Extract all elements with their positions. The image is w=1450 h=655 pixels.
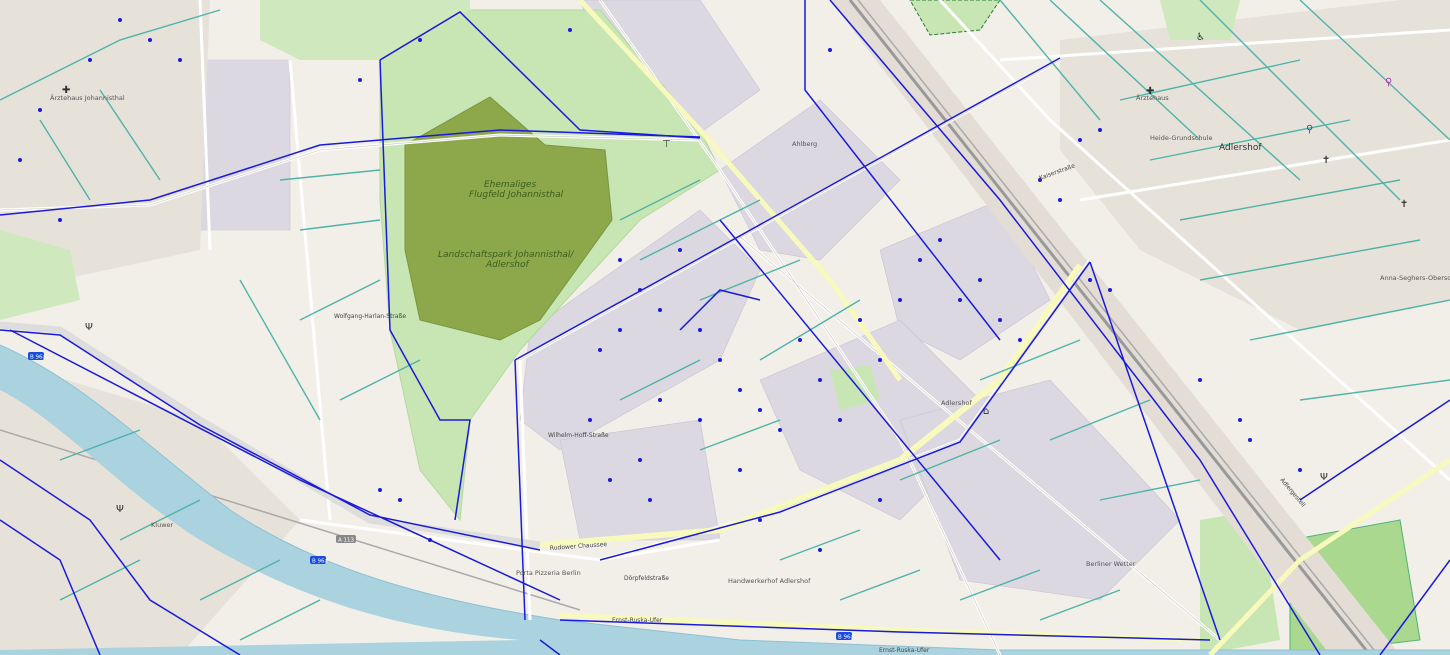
- bicycle-icon: ⚲: [1385, 77, 1392, 88]
- poi-label: Berliner Wetter: [1086, 560, 1136, 568]
- toilets-icon: ♿: [1196, 32, 1205, 43]
- street-label: Dörpfeldstraße: [624, 575, 669, 582]
- church-icon: ✝: [1322, 155, 1330, 166]
- restaurant-icon: Ψ: [1320, 472, 1328, 483]
- poi-label: Handwerkerhof Adlershof: [728, 577, 811, 585]
- lock-icon: ⌂: [983, 406, 989, 417]
- poi-label: Ärztehaus Johannisthal: [50, 93, 125, 102]
- restaurant-icon: Ψ: [116, 504, 124, 515]
- map-canvas[interactable]: B 96a B 96a A 113 B 96a ✚ ✚ ✝ ✝ ♿ ⚲ ⌂ ⊤ …: [0, 0, 1450, 655]
- poi-label: Kluwer: [151, 521, 174, 529]
- street-label: Ernst-Ruska-Ufer: [612, 617, 663, 624]
- park-label: Ehemaliges: [484, 180, 536, 190]
- bicycle-parking-icon: ⚲: [1306, 124, 1313, 135]
- poi-label: Adlershof: [941, 399, 972, 407]
- street-label: Wolfgang-Harlan-Straße: [334, 313, 406, 320]
- park-label: Landschaftspark Johannisthal/: [438, 250, 574, 260]
- church-icon: ✝: [1400, 199, 1408, 210]
- poi-label: Ärztehaus: [1136, 93, 1169, 102]
- park-label: Adlershof: [485, 260, 531, 270]
- street-label: Wilhelm-Hoff-Straße: [548, 432, 609, 439]
- road-shield-label: B 96a: [30, 355, 46, 361]
- picnic-icon: ⊤: [662, 139, 671, 150]
- road-shield-label: B 96a: [312, 559, 328, 565]
- road-shield-label: B 96a: [838, 635, 854, 641]
- restaurant-icon: Ψ: [85, 322, 93, 333]
- poi-label: Porta Pizzeria Berlin: [516, 569, 581, 577]
- street-label: Ernst-Ruska-Ufer: [879, 647, 930, 654]
- district-label: Adlershof: [1219, 143, 1262, 153]
- road-shield-label: A 113: [338, 538, 355, 544]
- park-label: Flugfeld Johannisthal: [469, 190, 564, 200]
- poi-label: Ahlberg: [792, 140, 817, 148]
- poi-label: Anna-Seghers-Oberschule: [1380, 274, 1450, 282]
- poi-label: Heide-Grundschule: [1150, 134, 1212, 142]
